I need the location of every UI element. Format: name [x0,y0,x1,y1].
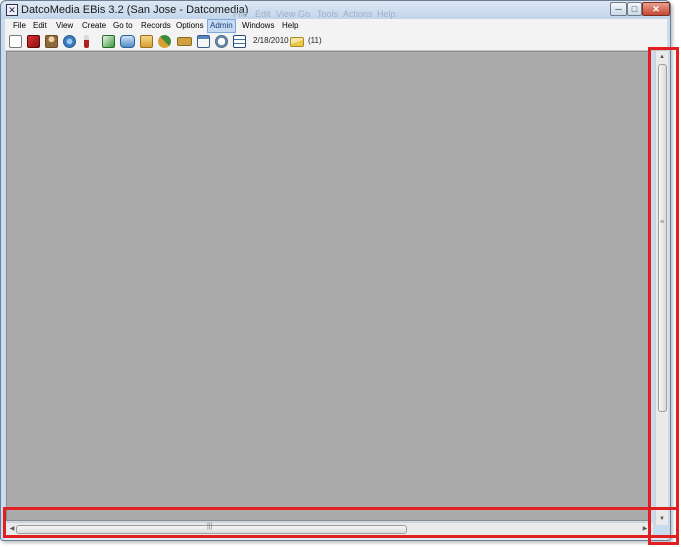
calendar-icon[interactable] [197,35,210,48]
vertical-scrollbar-highlight [648,47,679,545]
stopwatch-icon[interactable] [215,35,228,48]
ghost-menu-tools: Tools [317,9,339,19]
minimize-button[interactable]: ─ [610,2,627,16]
menu-file[interactable]: File [11,20,28,32]
brush-icon[interactable] [84,35,89,48]
menu-admin[interactable]: Admin [207,19,236,33]
globe-gear-icon[interactable] [63,35,76,48]
app-icon[interactable]: ✕ [6,4,18,16]
mail-count[interactable]: (11) [308,36,322,45]
menu-windows[interactable]: Windows [240,20,276,32]
ghost-menu-view: View [276,9,296,19]
ghost-menu-edit: Edit [255,9,271,19]
envelope-icon[interactable] [290,37,304,47]
workspace-area [6,51,649,521]
tickets-icon[interactable] [177,37,192,46]
main-window: ✕ DatcoMedia EBis 3.2 (San Jose - Datcom… [0,0,671,541]
ghost-menu-actions: Actions [343,9,373,19]
menu-records[interactable]: Records [139,20,173,32]
ghost-menu-file: File [233,9,248,19]
red-book-icon[interactable] [27,35,40,48]
cards-icon[interactable] [120,35,135,48]
blank-page-icon[interactable] [9,35,22,48]
ghost-menu-go: Go [298,9,311,19]
menu-bar: File Edit View Create Go to Records Opti… [5,19,667,33]
toolbar: 2/18/2010 (11) [5,33,667,51]
menu-go-to[interactable]: Go to [111,20,135,32]
close-button[interactable]: ✕ [642,2,670,16]
menu-options[interactable]: Options [174,20,206,32]
horizontal-scrollbar-highlight [3,507,679,538]
green-document-icon[interactable] [102,35,115,48]
window-title: DatcoMedia EBis 3.2 (San Jose - Datcomed… [21,4,249,16]
menu-view[interactable]: View [54,20,75,32]
ghost-menu-help: Help [377,9,396,19]
grid-table-icon[interactable] [233,35,246,48]
menu-help[interactable]: Help [280,20,300,32]
menu-create[interactable]: Create [80,20,108,32]
maximize-button[interactable]: □ [627,2,642,16]
exchange-arrows-icon[interactable] [158,35,171,48]
folder-user-icon[interactable] [140,35,153,48]
title-bar[interactable]: ✕ DatcoMedia EBis 3.2 (San Jose - Datcom… [1,1,670,19]
toolbar-date: 2/18/2010 [253,36,289,45]
menu-edit[interactable]: Edit [31,20,49,32]
person-icon[interactable] [45,35,58,48]
